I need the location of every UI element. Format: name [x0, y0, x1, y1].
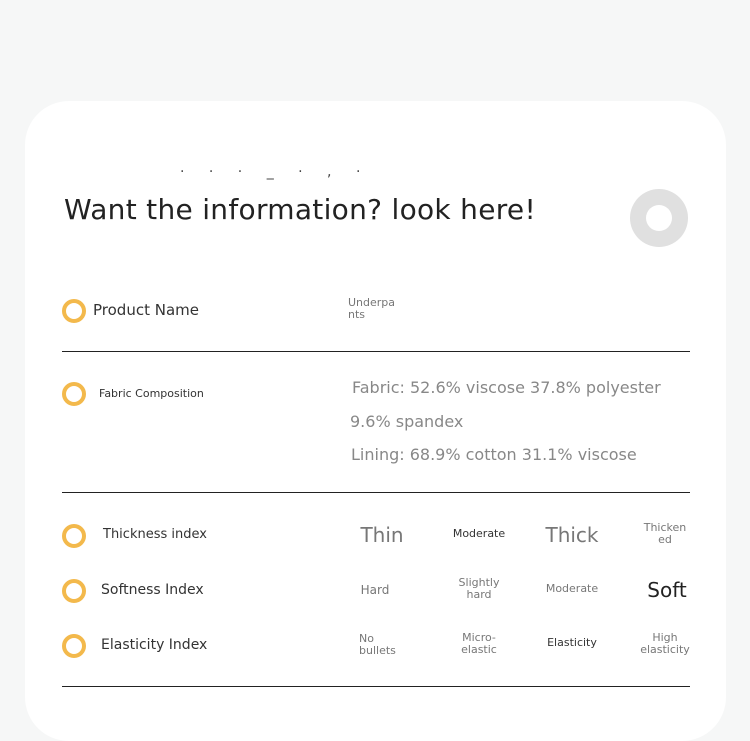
thickness-index-label: Thickness index: [103, 527, 207, 542]
cropped-header-text: · · · _ · , ·: [180, 170, 371, 180]
page-title: Want the information? look here!: [64, 193, 536, 226]
divider: [62, 686, 690, 687]
ring-icon: [62, 524, 86, 548]
softness-option-moderate: Moderate: [545, 582, 599, 595]
fabric-line-1: Fabric: 52.6% viscose 37.8% polyester: [352, 378, 661, 397]
thickness-option-thin: Thin: [360, 523, 404, 547]
ring-icon: [62, 299, 86, 323]
product-name-value: Underpants: [348, 296, 396, 322]
thickness-option-thickened: Thickened: [643, 521, 687, 547]
fabric-line-2: 9.6% spandex: [350, 412, 464, 431]
ring-icon: [62, 579, 86, 603]
softness-index-label: Softness Index: [101, 582, 204, 598]
divider: [62, 492, 690, 493]
elasticity-index-label: Elasticity Index: [101, 637, 208, 653]
ring-toggle-icon[interactable]: [630, 189, 688, 247]
softness-option-slightly-hard: Slightly hard: [458, 576, 500, 602]
thickness-option-moderate: Moderate: [452, 527, 506, 540]
elasticity-option-micro-elastic: Micro-elastic: [461, 631, 497, 657]
softness-option-hard: Hard: [360, 583, 390, 597]
divider: [62, 351, 690, 352]
ring-icon: [62, 382, 86, 406]
ring-icon: [62, 634, 86, 658]
elasticity-option-no-bullets: No bullets: [359, 632, 396, 658]
product-name-label: Product Name: [93, 301, 199, 319]
softness-option-soft: Soft: [647, 578, 687, 602]
fabric-composition-label: Fabric Composition: [99, 387, 204, 400]
thickness-option-thick: Thick: [545, 523, 599, 547]
elasticity-option-high-elasticity: High elasticity: [640, 631, 690, 657]
fabric-line-3: Lining: 68.9% cotton 31.1% viscose: [351, 445, 637, 464]
elasticity-option-elasticity: Elasticity: [547, 636, 597, 649]
